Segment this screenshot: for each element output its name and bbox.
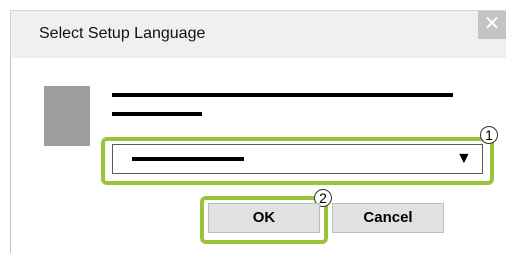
close-icon: ✕ (483, 13, 501, 35)
redacted-instruction-line-1 (112, 93, 453, 97)
redacted-selected-language (132, 157, 244, 161)
dialog-body-border (10, 58, 11, 253)
callout-1: 1 (480, 126, 498, 144)
dropdown-arrow-icon[interactable]: ▼ (456, 150, 472, 168)
redacted-instruction-line-2 (112, 112, 202, 116)
close-button[interactable]: ✕ (478, 11, 506, 39)
dialog-titlebar: Select Setup Language ✕ (10, 10, 506, 58)
setup-language-dialog: Select Setup Language ✕ ▼ 1 2 OK Cancel (0, 0, 508, 253)
ok-button[interactable]: OK (208, 203, 320, 233)
dialog-title: Select Setup Language (39, 25, 206, 42)
cancel-button[interactable]: Cancel (332, 203, 444, 233)
setup-app-icon (44, 86, 90, 146)
